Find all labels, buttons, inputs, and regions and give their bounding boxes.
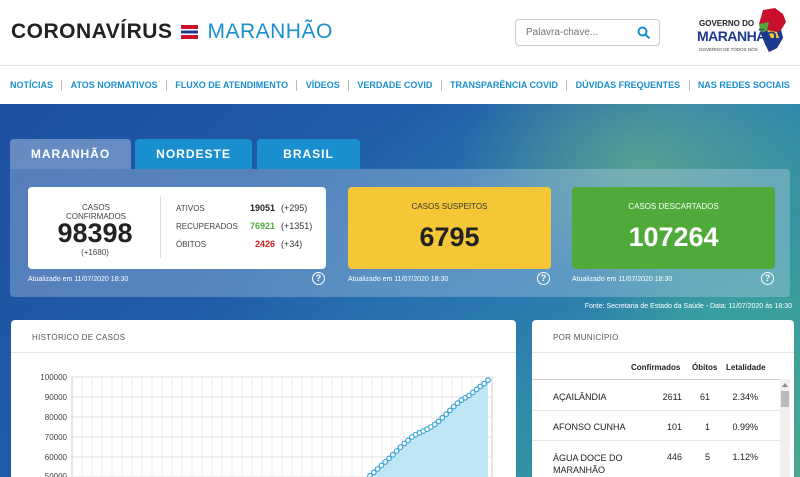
data-point[interactable]	[382, 459, 389, 465]
history-title: HISTÓRICO DE CASOS	[32, 333, 126, 342]
row-divider	[532, 440, 780, 441]
logo-line3: GOVERNO DE TODOS NÓS	[699, 47, 758, 52]
logo-line2: MARANHÃO	[697, 28, 777, 44]
row-name[interactable]: AFONSO CUNHA	[553, 422, 626, 432]
row-name[interactable]: ÁGUA DOCE DO MARANHÃO	[553, 452, 633, 476]
nav-separator	[61, 79, 63, 91]
discarded-label: CASOS DESCARTADOS	[628, 202, 719, 211]
row-name[interactable]: AÇAILÂNDIA	[553, 392, 607, 402]
search-icon[interactable]	[637, 26, 651, 40]
source-note: Fonte: Secretaria de Estado da Saúde - D…	[584, 303, 792, 310]
data-point[interactable]	[443, 411, 450, 418]
search-input[interactable]	[516, 20, 626, 45]
col-letalidade[interactable]: Letalidade	[726, 363, 766, 372]
nav-separator	[688, 79, 690, 91]
row-deaths: 5	[704, 452, 710, 462]
active-value: 19051	[249, 203, 275, 213]
data-point[interactable]	[397, 444, 404, 451]
recovered-value: 76921	[249, 221, 275, 231]
data-point[interactable]	[386, 455, 392, 462]
table-scrollbar[interactable]	[780, 379, 790, 477]
active-delta: (+295)	[281, 203, 308, 213]
nav-separator	[348, 79, 350, 91]
tab-maranhao[interactable]: MARANHÃO	[10, 139, 131, 169]
y-tick: 90000	[44, 393, 67, 402]
nav-item-3[interactable]: VÍDEOS	[306, 80, 340, 90]
row-lethality: 1.12%	[732, 452, 758, 462]
site-title-part1: CORONAVÍRUS	[11, 20, 173, 43]
main-nav: NOTÍCIAS ATOS NORMATIVOS FLUXO DE ATENDIME…	[0, 66, 800, 104]
governo-maranhao-logo[interactable]: GOVERNO DO MARANHÃO GOVERNO DE TODOS NÓS	[697, 8, 787, 58]
row-confirmed: 446	[666, 452, 682, 462]
suspect-label: CASOS SUSPEITOS	[411, 202, 488, 211]
row-deaths: 1	[704, 422, 710, 432]
scroll-thumb[interactable]	[781, 391, 789, 407]
row-lethality: 2.34%	[732, 392, 758, 402]
nav-item-6[interactable]: DÚVIDAS FREQUENTES	[576, 80, 681, 90]
maranhao-flag-icon	[181, 25, 199, 39]
data-point[interactable]	[439, 414, 446, 421]
nav-item-1[interactable]: ATOS NORMATIVOS	[71, 80, 158, 90]
col-confirmados[interactable]: Confirmados	[631, 363, 680, 372]
nav-separator	[566, 79, 568, 91]
municipality-divider	[532, 352, 794, 353]
confirmed-updated: Atualizado em 11/07/2020 18:30	[28, 276, 129, 283]
site-title-part2: MARANHÃO	[207, 20, 333, 43]
nav-item-0[interactable]: NOTÍCIAS	[10, 80, 53, 90]
data-point[interactable]	[447, 407, 453, 414]
data-point[interactable]	[374, 466, 381, 472]
nav-separator	[165, 79, 167, 91]
history-divider	[11, 352, 516, 353]
suspect-help-icon[interactable]: ?	[537, 272, 550, 285]
logo-line1: GOVERNO DO	[699, 19, 755, 28]
row-divider	[532, 410, 780, 411]
nav-separator	[296, 79, 298, 91]
y-tick: 70000	[44, 433, 67, 442]
data-point[interactable]	[393, 448, 400, 454]
y-tick: 50000	[44, 472, 67, 477]
deaths-label: ÓBITOS	[176, 240, 207, 249]
row-confirmed: 2611	[662, 392, 682, 402]
nav-item-2[interactable]: FLUXO DE ATENDIMENTO	[175, 80, 288, 90]
tab-brasil[interactable]: BRASIL	[257, 139, 360, 169]
y-tick: 60000	[44, 453, 67, 462]
col-obitos[interactable]: Óbitos	[692, 363, 717, 372]
deaths-value: 2426	[254, 239, 275, 249]
confirmed-delta: (+1680)	[81, 248, 109, 257]
confirmed-help-icon[interactable]: ?	[312, 272, 325, 285]
site-title[interactable]: CORONAVÍRUS MARANHÃO	[11, 20, 333, 44]
card-divider	[160, 196, 161, 258]
nav-item-7[interactable]: NAS REDES SOCIAIS	[698, 80, 790, 90]
search-box	[515, 19, 660, 46]
data-point[interactable]	[485, 377, 491, 384]
row-confirmed: 101	[666, 422, 682, 432]
data-point[interactable]	[405, 437, 411, 444]
municipality-title: POR MUNICÍPIO	[553, 333, 619, 342]
discarded-updated: Atualizado em 11/07/2020 18:30	[572, 276, 673, 283]
data-point[interactable]	[389, 451, 396, 458]
suspect-updated: Atualizado em 11/07/2020 18:30	[348, 276, 449, 283]
deaths-delta: (+34)	[281, 239, 303, 249]
scroll-up-icon[interactable]	[782, 383, 788, 387]
tab-nordeste[interactable]: NORDESTE	[135, 139, 252, 169]
row-lethality: 0.99%	[732, 422, 758, 432]
data-point[interactable]	[435, 418, 442, 425]
discarded-value: 107264	[628, 222, 719, 252]
y-tick: 80000	[44, 413, 67, 422]
suspect-value: 6795	[419, 222, 480, 252]
nav-separator	[440, 79, 442, 91]
nav-item-5[interactable]: TRANSPARÊNCIA COVID	[450, 80, 558, 90]
table-header-line	[532, 379, 780, 380]
active-label: ATIVOS	[176, 204, 205, 213]
recovered-delta: (+1351)	[281, 221, 313, 231]
nav-item-4[interactable]: VERDADE COVID	[357, 80, 432, 90]
discarded-help-icon[interactable]: ?	[761, 272, 774, 285]
y-tick: 100000	[40, 373, 67, 382]
row-deaths: 61	[699, 392, 710, 402]
history-chart[interactable]	[70, 370, 500, 477]
confirmed-value: 98398	[57, 218, 133, 248]
site-header: CORONAVÍRUS MARANHÃO GOVERNO DO MARANHÃO …	[0, 0, 800, 66]
